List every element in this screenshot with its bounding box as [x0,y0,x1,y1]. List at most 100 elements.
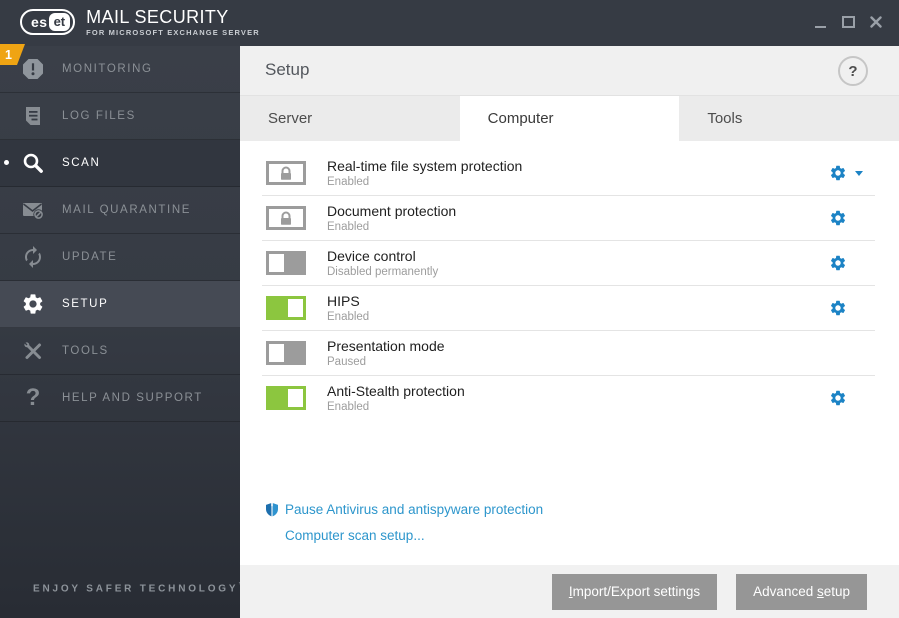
import-export-settings-button[interactable]: Import/Export settings [551,573,718,610]
module-text: Presentation mode Paused [327,338,445,368]
module-text: Document protection Enabled [327,203,456,233]
module-title: HIPS [327,292,360,309]
sidebar-item-tools[interactable]: TOOLS [0,328,240,375]
question-icon: ? [848,62,858,80]
maximize-button[interactable] [837,10,859,34]
module-row-document-protection: Document protection Enabled [262,196,875,241]
close-icon [870,16,882,28]
sidebar-item-label: UPDATE [62,251,118,263]
sidebar-item-label: SETUP [62,298,109,310]
module-title: Device control [327,247,416,264]
tab-tools[interactable]: Tools [679,96,899,141]
product-name-block: MAIL SECURITY FOR MICROSOFT EXCHANGE SER… [86,8,260,37]
module-row-realtime-protection: Real-time file system protection Enabled [262,151,875,196]
magnifier-icon [20,150,46,176]
sidebar: 1 MONITORING LOG FILES SCAN MAIL QUARANT… [0,44,245,618]
minimize-icon [814,25,826,28]
module-title: Document protection [327,202,457,219]
toggle-off[interactable] [266,341,306,365]
alert-octagon-icon [20,56,46,82]
module-text: HIPS Enabled [327,293,369,323]
computer-scan-setup-link-label: Computer scan setup... [285,527,425,543]
product-title: MAIL SECURITY [86,7,229,27]
lock-icon[interactable] [266,206,306,230]
app-window: es et MAIL SECURITY FOR MICROSOFT EXCHAN… [0,0,899,618]
pause-antivirus-link[interactable]: Pause Antivirus and antispyware protecti… [264,496,543,522]
tools-icon [20,338,46,364]
gear-dropdown-arrow[interactable] [855,171,863,176]
toggle-off[interactable] [266,251,306,275]
page-title: Setup [265,60,310,79]
title-bar: es et MAIL SECURITY FOR MICROSOFT EXCHAN… [0,0,899,46]
tab-computer[interactable]: Computer [459,96,680,141]
sidebar-item-scan[interactable]: SCAN [0,140,240,187]
computer-scan-setup-link[interactable]: Computer scan setup... [264,522,543,548]
toggle-knob [269,344,284,362]
sidebar-item-help-and-support[interactable]: ? HELP AND SUPPORT [0,375,240,422]
module-title: Anti-Stealth protection [327,382,465,399]
hover-dot-indicator [4,160,9,165]
pause-antivirus-link-label: Pause Antivirus and antispyware protecti… [285,501,544,517]
help-button[interactable]: ? [838,56,868,86]
lock-icon[interactable] [266,161,306,185]
module-row-hips: HIPS Enabled [262,286,875,331]
sidebar-item-label: SCAN [62,157,101,169]
eset-logo: es et MAIL SECURITY FOR MICROSOFT EXCHAN… [20,8,260,37]
toggle-knob [269,254,284,272]
sidebar-item-update[interactable]: UPDATE [0,234,240,281]
maximize-icon [841,16,855,28]
module-status: Enabled [327,176,370,189]
gear-button[interactable] [829,389,847,407]
eset-logo-box: et [48,13,71,32]
module-status: Enabled [327,401,370,414]
module-text: Anti-Stealth protection Enabled [327,383,465,413]
gear-icon [20,291,46,317]
toggle-on[interactable] [266,386,306,410]
page-header: Setup ? [240,46,899,96]
gear-button[interactable] [829,164,847,182]
main-panel: Setup ? Server Computer Tools Real-time … [240,46,899,618]
quick-links: Pause Antivirus and antispyware protecti… [264,496,543,548]
bottom-action-bar: Import/Export settings Advanced setup [240,565,899,618]
sidebar-item-setup[interactable]: SETUP [0,281,240,328]
tab-server[interactable]: Server [240,96,460,141]
mail-blocked-icon [20,197,46,223]
module-text: Device control Disabled permanently [327,248,438,278]
gear-button[interactable] [829,254,847,272]
toggle-knob [288,299,303,317]
module-row-anti-stealth: Anti-Stealth protection Enabled [262,376,875,420]
gear-button[interactable] [829,209,847,227]
module-row-presentation-mode: Presentation mode Paused [262,331,875,376]
module-title: Presentation mode [327,337,445,354]
tab-bar: Server Computer Tools [240,96,899,141]
product-subtitle: FOR MICROSOFT EXCHANGE SERVER [86,27,260,37]
module-status: Paused [327,356,367,369]
eset-logo-text: es [31,14,48,31]
shield-icon [264,501,280,518]
refresh-icon [20,244,46,270]
window-controls [809,10,887,34]
toggle-knob [288,389,303,407]
module-list: Real-time file system protection Enabled… [262,151,875,420]
module-status: Enabled [327,311,370,324]
sidebar-item-monitoring[interactable]: MONITORING [0,46,240,93]
toggle-on[interactable] [266,296,306,320]
gear-button[interactable] [829,299,847,317]
module-status: Enabled [327,221,370,234]
sidebar-item-label: MAIL QUARANTINE [62,204,192,216]
module-text: Real-time file system protection Enabled [327,158,522,188]
close-button[interactable] [865,10,887,34]
sidebar-item-mail-quarantine[interactable]: MAIL QUARANTINE [0,187,240,234]
sidebar-item-label: HELP AND SUPPORT [62,392,203,404]
sidebar-item-label: MONITORING [62,63,153,75]
module-title: Real-time file system protection [327,157,523,174]
module-status: Disabled permanently [327,266,439,279]
advanced-setup-button[interactable]: Advanced setup [736,573,867,610]
minimize-button[interactable] [809,10,831,34]
slogan: ENJOY SAFER TECHNOLOGY™ [33,582,245,594]
sidebar-item-log-files[interactable]: LOG FILES [0,93,240,140]
eset-logo-pill: es et [20,9,76,36]
sidebar-item-label: LOG FILES [62,110,136,122]
question-icon: ? [25,384,41,411]
sidebar-item-label: TOOLS [62,345,109,357]
